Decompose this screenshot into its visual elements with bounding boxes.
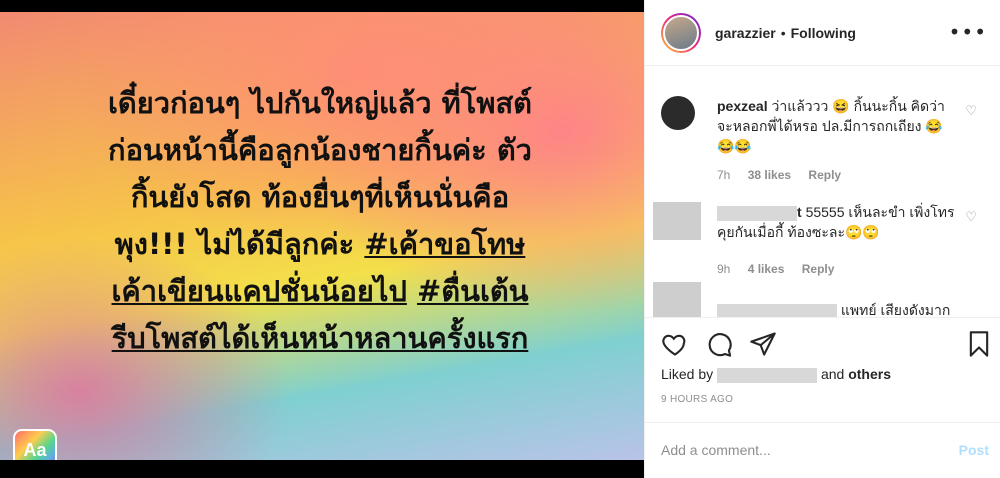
comment-body: แพทย์ เสียงดังมาก [840, 302, 951, 318]
author-avatar[interactable] [661, 12, 701, 53]
commenter-username[interactable]: pexzeal [717, 98, 768, 114]
post-text-line: พุง!!! ไม่ได้มีลูกค่ะ #เค้าขอโทษ [20, 221, 620, 268]
liked-by: Liked by and others [661, 366, 891, 383]
reply-button[interactable]: Reply [802, 262, 835, 276]
comment-time: 9h [717, 262, 731, 276]
avatar-image [663, 14, 699, 51]
media-top-letterbox [0, 0, 644, 12]
comment-like-icon[interactable]: ♡ [965, 104, 977, 119]
liked-by-prefix: Liked by [661, 366, 714, 382]
media-bottom-letterbox [0, 460, 644, 478]
post-timestamp[interactable]: 9 HOURS AGO [661, 394, 733, 405]
post-text-line: รีบโพสต์ได้เห็นหน้าหลานครั้งแรก [20, 315, 620, 362]
author-username[interactable]: garazzier [715, 25, 776, 41]
post-comment-button[interactable]: Post [959, 442, 989, 458]
comment-icon[interactable] [705, 330, 733, 358]
following-button[interactable]: Following [791, 25, 856, 41]
comment-text: pexzeal ว่าแล้ววว 😆 กิ้นนะกิ้น คิดว่าจะห… [717, 96, 957, 156]
comment-likes[interactable]: 4 likes [748, 262, 785, 276]
post-text-fragment: รีบโพสต์ได้เห็นหน้าหลานครั้งแรก [111, 321, 529, 355]
post-actions [645, 318, 1000, 368]
post-text-line: กิ้นยังโสด ท้องยื่นๆที่เห็นนั่นคือ [130, 180, 510, 214]
comment-text: t 55555 เห็นละขำ เพิ่งโทรคุยกันเมื่อกี้ … [717, 202, 957, 242]
redacted-username [717, 205, 797, 221]
post-image[interactable]: เดี๋ยวก่อนๆ ไปกันใหญ่แล้ว ที่โพสต์ ก่อนห… [0, 12, 644, 471]
comment-like-icon[interactable]: ♡ [965, 210, 977, 225]
comment-time: 7h [717, 168, 731, 182]
liked-by-others[interactable]: others [848, 366, 891, 382]
post-image-text: เดี๋ยวก่อนๆ ไปกันใหญ่แล้ว ที่โพสต์ ก่อนห… [20, 80, 620, 362]
post-details-panel: garazzier • Following ••• pexzeal ว่าแล้… [644, 0, 1000, 478]
comment-text: แพทย์ เสียงดังมาก [717, 300, 957, 318]
redacted-username [717, 303, 837, 317]
comments-list[interactable]: pexzeal ว่าแล้ววว 😆 กิ้นนะกิ้น คิดว่าจะห… [645, 66, 1000, 318]
post-text-line: เค้าเขียนแคปชั่นน้อยไป #ตื่นเต้น [20, 268, 620, 315]
header-separator: • [780, 24, 786, 41]
heart-icon[interactable] [661, 330, 689, 358]
post-media[interactable]: เดี๋ยวก่อนๆ ไปกันใหญ่แล้ว ที่โพสต์ ก่อนห… [0, 0, 644, 478]
commenter-avatar[interactable] [653, 282, 701, 317]
post-header: garazzier • Following ••• [645, 0, 1000, 66]
redacted-liker [717, 367, 818, 383]
instagram-post-view: เดี๋ยวก่อนๆ ไปกันใหญ่แล้ว ที่โพสต์ ก่อนห… [0, 0, 1000, 478]
more-options-icon[interactable]: ••• [949, 20, 987, 44]
reply-button[interactable]: Reply [808, 168, 841, 182]
commenter-avatar[interactable] [653, 202, 701, 240]
liked-by-and: and [820, 366, 845, 382]
post-hashtag: #เค้าขอโทษ [364, 227, 526, 261]
comment-input[interactable]: Add a comment... [661, 442, 771, 458]
paper-plane-icon[interactable] [749, 330, 777, 358]
post-text-line: ก่อนหน้านี้คือลูกน้องชายกิ้นค่ะ ตัว [108, 133, 532, 167]
post-hashtag: #ตื่นเต้น [416, 274, 529, 308]
post-text-fragment: เค้าเขียนแคปชั่นน้อยไป [111, 274, 407, 308]
post-text-line: เดี๋ยวก่อนๆ ไปกันใหญ่แล้ว ที่โพสต์ [107, 86, 533, 120]
commenter-avatar[interactable] [661, 96, 695, 130]
comment-likes[interactable]: 38 likes [748, 168, 791, 182]
commenter-username[interactable]: t [797, 204, 802, 220]
post-text-fragment: พุง!!! ไม่ได้มีลูกค่ะ [114, 227, 365, 261]
add-comment-bar: Add a comment... Post [645, 422, 1000, 478]
bookmark-icon[interactable] [965, 330, 993, 358]
comment-meta: 9h 4 likes Reply [717, 262, 848, 276]
comment-meta: 7h 38 likes Reply [717, 168, 855, 182]
